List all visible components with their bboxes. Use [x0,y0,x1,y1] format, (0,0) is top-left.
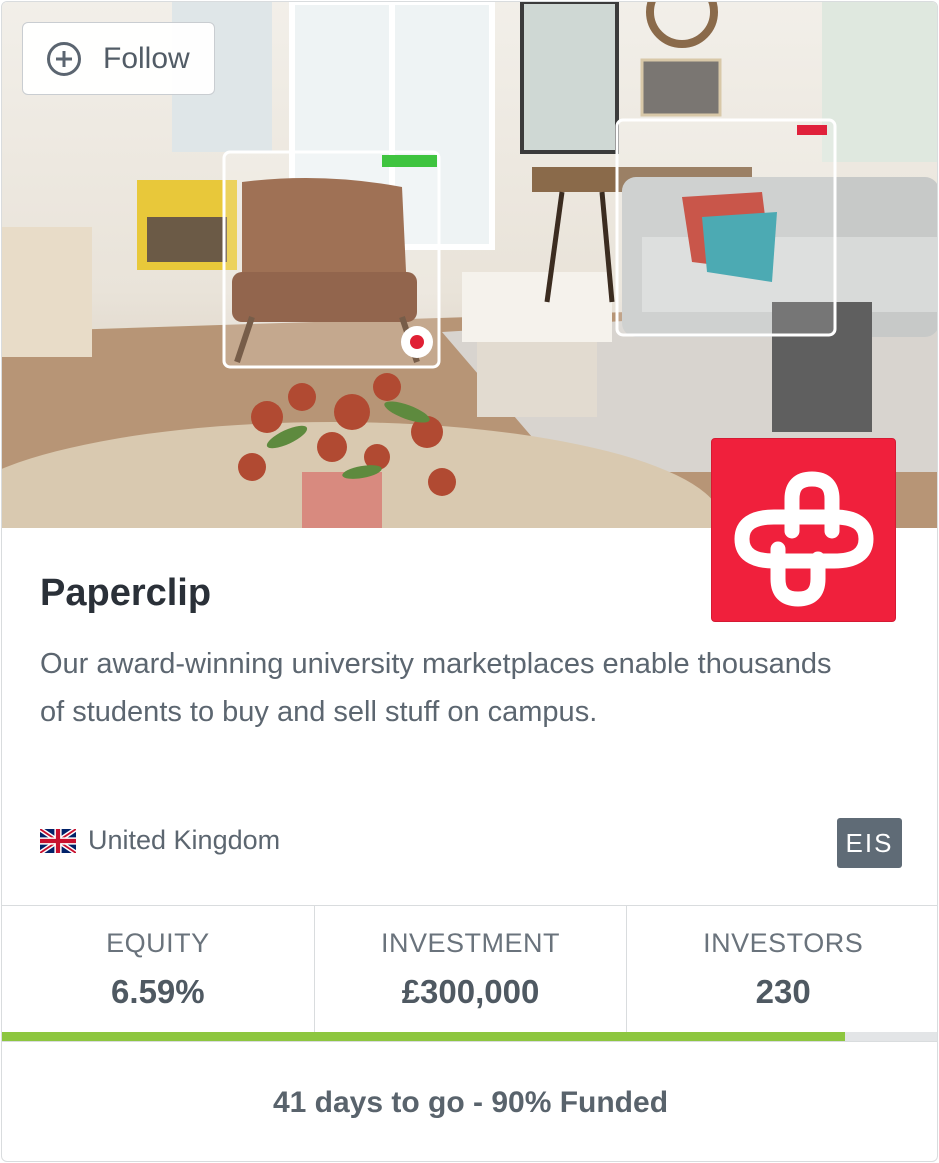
company-logo [711,438,896,622]
stat-value: £300,000 [401,973,540,1010]
stat-label: INVESTMENT [381,928,561,958]
stat-investors: INVESTORS 230 [627,906,937,1032]
uk-flag-icon [40,828,76,853]
stat-investment: INVESTMENT £300,000 [315,906,628,1032]
funding-progress-fill [2,1032,846,1041]
funding-progress-bar [2,1032,937,1041]
stat-label: INVESTORS [703,928,864,958]
stats-row: EQUITY 6.59% INVESTMENT £300,000 INVESTO… [2,905,937,1032]
funding-status: 41 days to go - 90% Funded [272,1085,669,1119]
plus-circle-icon [47,41,81,76]
stat-equity: EQUITY 6.59% [2,906,315,1032]
location: United Kingdom [40,825,280,856]
company-description: Our award-winning university marketplace… [40,648,832,728]
stat-value: 230 [755,973,811,1010]
stat-label: EQUITY [106,928,210,958]
follow-button[interactable]: Follow [22,22,215,95]
country-name: United Kingdom [88,825,281,855]
card-footer: 41 days to go - 90% Funded [2,1041,937,1161]
company-name: Paperclip [40,572,212,614]
stat-value: 6.59% [111,973,205,1010]
eis-badge: EIS [837,818,902,868]
campaign-card[interactable]: Follow Paperclip Our award-winning unive… [1,1,938,1162]
follow-button-label: Follow [103,41,190,75]
